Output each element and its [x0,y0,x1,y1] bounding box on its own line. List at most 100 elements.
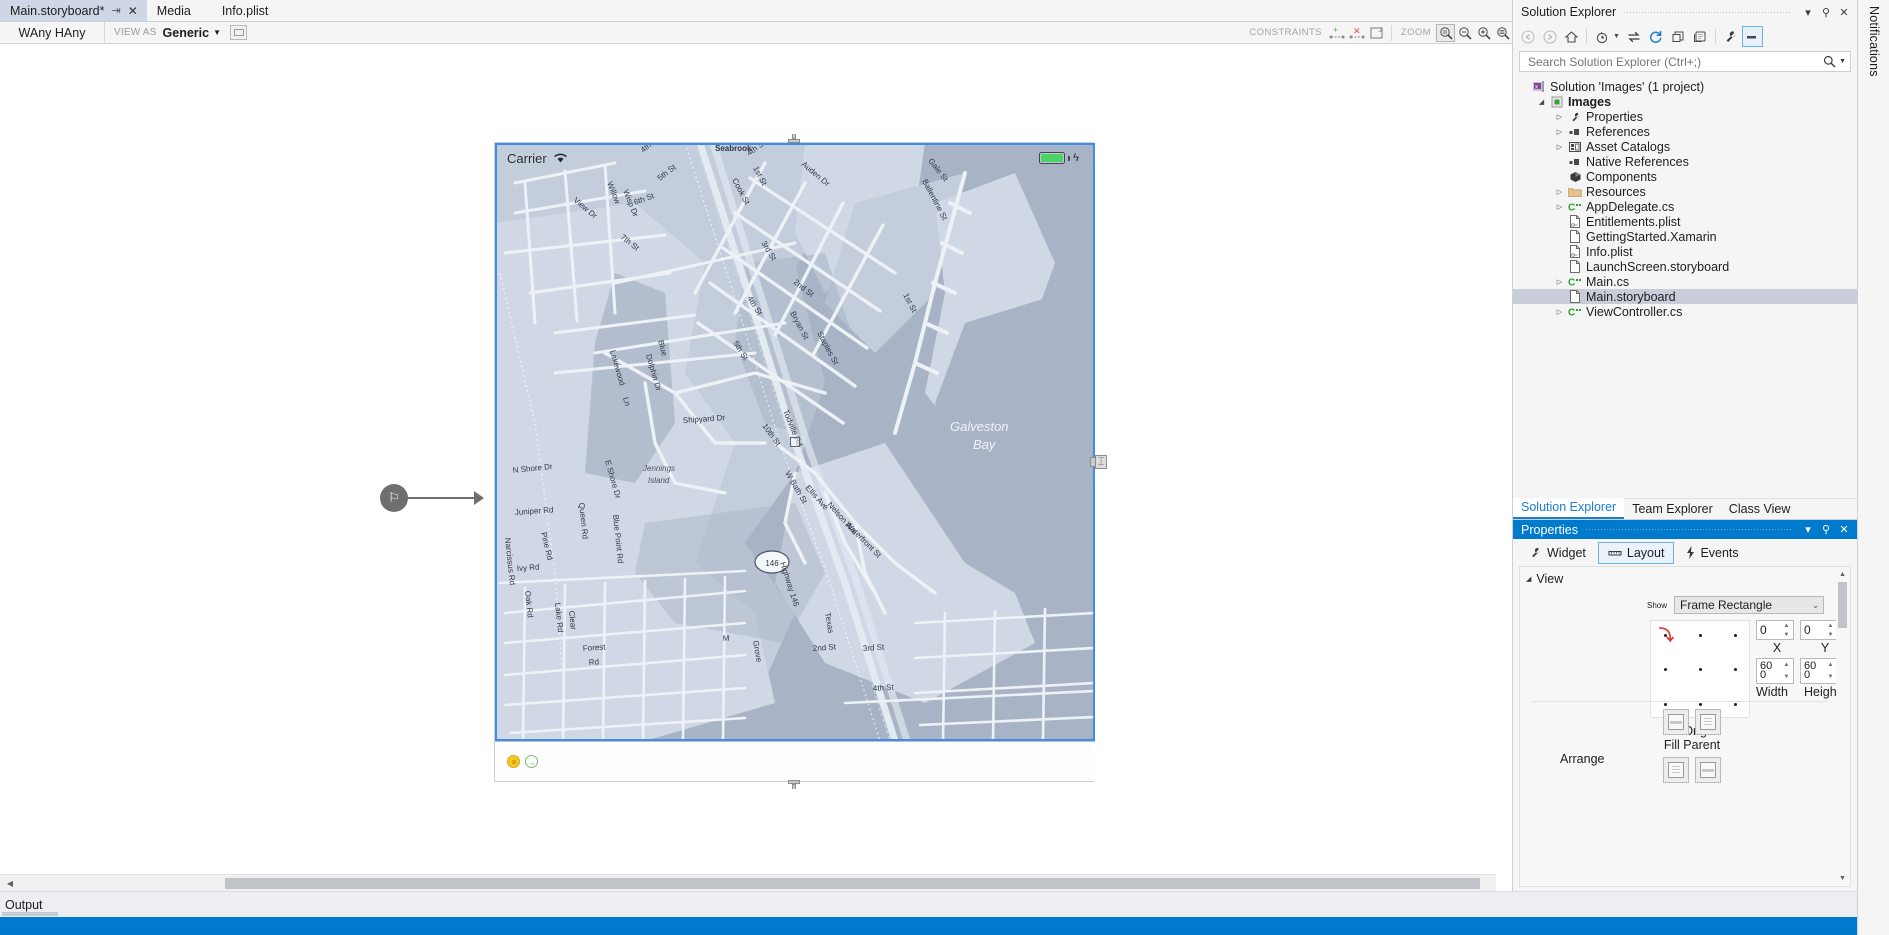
device-preview-button[interactable] [230,25,247,40]
tree-item-gettingstarted-xamarin[interactable]: GettingStarted.Xamarin [1513,229,1857,244]
tree-item-references[interactable]: ▷References [1513,124,1857,139]
panel-drag-grip[interactable] [1624,0,1791,24]
frame-constraint-icon[interactable] [1367,24,1387,42]
tree-item-images[interactable]: ◢Images [1513,94,1857,109]
properties-content[interactable]: ◢ View Show Frame Rectangle ⌄ ⤵ [1519,566,1851,887]
close-tab-icon[interactable]: ✕ [128,4,138,18]
tab-layout[interactable]: Layout [1598,542,1675,564]
solution-explorer-search[interactable]: ▼ [1519,51,1851,72]
back-icon[interactable] [1517,26,1538,47]
tree-item-asset-catalogs[interactable]: ▷Asset Catalogs [1513,139,1857,154]
horizontal-scroll-thumb[interactable] [225,878,1480,889]
top-resize-handle[interactable] [788,134,800,143]
chevron-down-icon[interactable]: ▾ [1799,521,1817,539]
expander-icon[interactable]: ▷ [1553,113,1566,121]
expander-icon[interactable]: ▷ [1553,128,1566,136]
x-field[interactable]: 0 ▲▼ [1756,620,1794,640]
origin-anchor-grid[interactable]: ⤵ [1650,620,1750,718]
tree-item-launchscreen-storyboard[interactable]: LaunchScreen.storyboard [1513,259,1857,274]
tab-team-explorer[interactable]: Team Explorer [1624,500,1721,519]
tree-item-appdelegate-cs[interactable]: ▷CAppDelegate.cs [1513,199,1857,214]
tab-widget[interactable]: Widget [1519,542,1596,564]
tree-item-native-references[interactable]: Native References [1513,154,1857,169]
show-dropdown[interactable]: Frame Rectangle ⌄ [1674,596,1824,614]
zoom-in-icon[interactable] [1474,24,1493,42]
close-icon[interactable]: ✕ [1835,3,1853,21]
properties-scrollbar[interactable]: ▲ ▼ [1836,568,1849,885]
x-stepper[interactable]: ▲▼ [1780,621,1793,639]
chevron-down-icon[interactable]: ▼ [1839,58,1846,65]
right-resize-handle[interactable]: ⌶ [1090,455,1107,469]
tree-item-entitlements-plist[interactable]: Entitlements.plist [1513,214,1857,229]
tree-item-properties[interactable]: ▷Properties [1513,109,1857,124]
scene-dock-bar[interactable]: → [495,741,1095,781]
show-all-files-icon[interactable] [1690,26,1711,47]
view-controller-badge-icon[interactable] [507,755,520,768]
pin-icon[interactable]: ⚲ [1817,3,1835,21]
zoom-actual-icon[interactable] [1493,24,1512,42]
properties-icon[interactable] [1720,26,1741,47]
pin-icon[interactable]: ⚲ [1817,521,1835,539]
initial-view-controller-indicator[interactable]: ⚐ [380,484,484,512]
bottom-resize-handle[interactable] [788,780,800,789]
solution-tree[interactable]: xSolution 'Images' (1 project)◢Images▷Pr… [1513,76,1857,319]
width-field[interactable]: 60 0 ▲▼ [1756,658,1794,684]
expander-icon[interactable]: ▷ [1553,308,1566,316]
tab-events[interactable]: Events [1676,542,1748,564]
pin-tab-icon[interactable]: ⇥ [112,4,121,17]
map-view[interactable]: .land { fill:#c3cddc; } .land2 { fill:#c… [495,143,1095,741]
document-tab-media[interactable]: Media [147,0,200,21]
forward-icon[interactable] [1539,26,1560,47]
view-controller-scene[interactable]: .land { fill:#c3cddc; } .land2 { fill:#c… [494,142,1094,782]
x-value[interactable]: 0 [1757,621,1780,639]
align-left-icon[interactable] [1663,757,1689,783]
tree-item-resources[interactable]: ▷Resources [1513,184,1857,199]
expander-icon[interactable]: ◢ [1535,98,1548,106]
expander-icon[interactable]: ◢ [1526,575,1531,583]
scroll-up-icon[interactable]: ▲ [1836,568,1849,581]
tree-item-components[interactable]: Components [1513,169,1857,184]
add-constraint-icon[interactable]: + [1327,24,1347,42]
expander-icon[interactable]: ▷ [1553,203,1566,211]
zoom-fit-icon[interactable] [1436,24,1455,42]
width-stepper[interactable]: ▲▼ [1780,659,1793,683]
expander-icon[interactable]: ▷ [1553,278,1566,286]
preview-selected-icon[interactable] [1742,26,1763,47]
exit-badge-icon[interactable]: → [525,755,538,768]
fill-horizontal-icon[interactable] [1663,709,1689,735]
home-icon[interactable] [1561,26,1582,47]
remove-constraint-icon[interactable]: ✕ [1347,24,1367,42]
search-input[interactable] [1526,54,1823,70]
height-field[interactable]: 60 0 ▲▼ [1800,658,1838,684]
expander-icon[interactable]: ▷ [1553,188,1566,196]
document-tab-main-storyboard[interactable]: Main.storyboard* ⇥ ✕ [0,0,147,21]
scroll-left-icon[interactable]: ◀ [2,875,18,891]
y-value[interactable]: 0 [1801,621,1824,639]
view-controller-frame[interactable]: .land { fill:#c3cddc; } .land2 { fill:#c… [494,142,1094,782]
scroll-down-icon[interactable]: ▼ [1836,872,1849,885]
document-tab-info-plist[interactable]: Info.plist [200,0,278,21]
tree-item-solution-images-1-project[interactable]: xSolution 'Images' (1 project) [1513,79,1857,94]
expander-icon[interactable]: ▷ [1553,143,1566,151]
tree-item-main-storyboard[interactable]: Main.storyboard [1513,289,1857,304]
pending-changes-icon[interactable] [1591,26,1612,47]
device-dropdown[interactable]: Generic ▼ [163,26,221,40]
properties-scroll-thumb[interactable] [1838,582,1847,628]
center-selection-handle[interactable] [790,437,800,447]
fill-vertical-icon[interactable] [1695,709,1721,735]
tree-item-info-plist[interactable]: Info.plist [1513,244,1857,259]
tab-solution-explorer[interactable]: Solution Explorer [1513,498,1624,519]
tree-item-viewcontroller-cs[interactable]: ▷CViewController.cs [1513,304,1857,319]
y-field[interactable]: 0 ▲▼ [1800,620,1838,640]
search-icon[interactable] [1823,55,1836,68]
collapse-all-icon[interactable] [1668,26,1689,47]
zoom-out-icon[interactable] [1455,24,1474,42]
close-icon[interactable]: ✕ [1835,521,1853,539]
tab-class-view[interactable]: Class View [1721,500,1799,519]
view-group-header[interactable]: ◢ View [1520,567,1850,586]
refresh-icon[interactable] [1646,26,1667,47]
chevron-down-icon[interactable]: ▼ [1613,33,1620,40]
sync-icon[interactable] [1624,26,1645,47]
tree-item-main-cs[interactable]: ▷CMain.cs [1513,274,1857,289]
center-horizontal-icon[interactable] [1695,757,1721,783]
